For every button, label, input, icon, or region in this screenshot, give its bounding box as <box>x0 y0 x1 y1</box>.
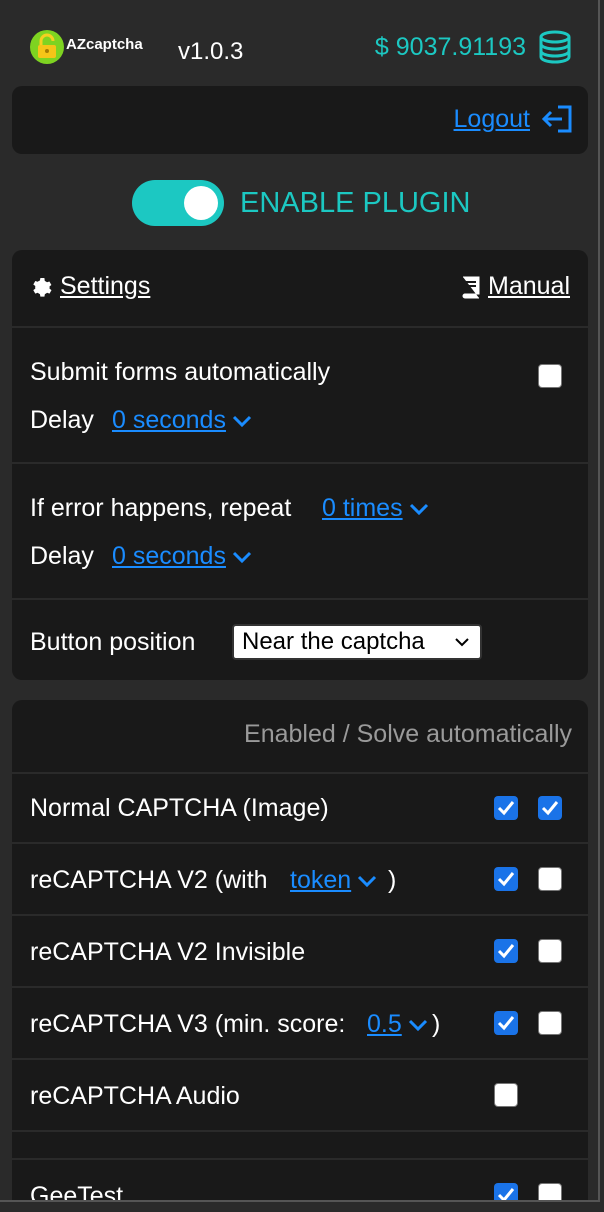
error-repeat-value: 0 times <box>322 494 403 522</box>
book-icon <box>462 276 480 298</box>
captcha-types-header: Enabled / Solve automatically <box>12 700 588 772</box>
button-position-select[interactable]: Near the captcha <box>232 624 482 660</box>
captcha-row-label: reCAPTCHA Audio <box>30 1082 240 1110</box>
captcha-row-recaptcha-v3: reCAPTCHA V3 (min. score: 0.5 ) <box>12 988 588 1058</box>
submit-forms-checkbox[interactable] <box>538 364 562 388</box>
captcha-row-recaptcha-v2-invisible: reCAPTCHA V2 Invisible <box>12 916 588 986</box>
manual-label: Manual <box>488 272 570 300</box>
app-name: AZcaptcha <box>66 35 143 53</box>
gear-icon <box>33 277 52 297</box>
version-label: v1.0.3 <box>178 38 244 65</box>
balance-display: $ 9037.91193 <box>375 30 572 64</box>
enabled-checkbox[interactable] <box>494 1083 518 1107</box>
recaptcha-v3-score-dropdown[interactable]: 0.5 <box>367 1010 428 1039</box>
auto-solve-checkbox[interactable] <box>538 1183 562 1200</box>
settings-label: Settings <box>60 272 151 300</box>
logout-icon <box>541 105 572 133</box>
settings-header: Settings Manual <box>12 250 588 326</box>
button-position-label: Button position <box>30 628 196 656</box>
captcha-row-label: reCAPTCHA V2 (with <box>30 866 268 894</box>
captcha-row-suffix: ) <box>388 866 397 894</box>
chevron-down-icon <box>232 551 252 563</box>
enable-plugin-label: ENABLE PLUGIN <box>240 186 471 219</box>
enabled-checkbox[interactable] <box>494 939 518 963</box>
enable-plugin-row: ENABLE PLUGIN <box>132 180 470 226</box>
captcha-types-header-label: Enabled / Solve automatically <box>244 720 572 748</box>
account-panel: Logout <box>12 86 588 154</box>
error-repeat-label: If error happens, repeat <box>30 494 292 522</box>
settings-section: Settings Manual Submit forms automatical… <box>12 250 588 680</box>
submit-delay-label: Delay <box>30 406 94 434</box>
enabled-checkbox[interactable] <box>494 1183 518 1200</box>
button-position-section: Button position Near the captcha <box>12 600 588 680</box>
error-repeat-section: If error happens, repeat 0 times Delay 0… <box>12 464 588 598</box>
captcha-row-label: Normal CAPTCHA (Image) <box>30 794 329 822</box>
chevron-down-icon <box>358 875 377 887</box>
settings-link[interactable]: Settings <box>30 272 150 301</box>
button-position-value: Near the captcha <box>242 628 425 655</box>
submit-forms-label: Submit forms automatically <box>30 358 331 386</box>
enabled-checkbox[interactable] <box>494 867 518 891</box>
captcha-row-label: reCAPTCHA V2 Invisible <box>30 938 306 966</box>
chevron-down-icon <box>455 638 469 647</box>
auto-solve-checkbox[interactable] <box>538 867 562 891</box>
submit-delay-dropdown[interactable]: 0 seconds <box>112 406 252 435</box>
auto-solve-checkbox[interactable] <box>538 939 562 963</box>
captcha-row-spacer <box>12 1132 588 1158</box>
submit-forms-section: Submit forms automatically Delay 0 secon… <box>12 328 588 462</box>
captcha-row-recaptcha-audio: reCAPTCHA Audio <box>12 1060 588 1130</box>
manual-link[interactable]: Manual <box>460 272 570 301</box>
auto-solve-checkbox[interactable] <box>538 1011 562 1035</box>
captcha-row-geetest: GeeTest <box>12 1160 588 1202</box>
header: AZcaptcha v1.0.3 $ 9037.91193 <box>0 0 598 88</box>
submit-delay-value: 0 seconds <box>112 406 226 434</box>
error-repeat-dropdown[interactable]: 0 times <box>322 494 429 523</box>
captcha-row-recaptcha-v2: reCAPTCHA V2 (with token ) <box>12 844 588 914</box>
enabled-checkbox[interactable] <box>494 1011 518 1035</box>
captcha-row-label: GeeTest <box>30 1182 124 1202</box>
captcha-row-normal: Normal CAPTCHA (Image) <box>12 774 588 842</box>
error-delay-value: 0 seconds <box>112 542 226 570</box>
recaptcha-v3-score-value: 0.5 <box>367 1010 402 1038</box>
enable-plugin-toggle[interactable] <box>132 180 224 226</box>
error-delay-dropdown[interactable]: 0 seconds <box>112 542 252 571</box>
chevron-down-icon <box>408 1019 427 1031</box>
chevron-down-icon <box>409 503 428 515</box>
error-delay-label: Delay <box>30 542 94 570</box>
logout-link[interactable]: Logout <box>454 104 574 134</box>
logout-label: Logout <box>453 104 530 133</box>
captcha-row-label: reCAPTCHA V3 (min. score: <box>30 1010 346 1038</box>
chevron-down-icon <box>232 415 252 427</box>
enabled-checkbox[interactable] <box>494 796 518 820</box>
database-icon <box>539 30 571 64</box>
lock-logo-icon <box>30 30 64 64</box>
logo: AZcaptcha <box>30 30 143 64</box>
popup-window: AZcaptcha v1.0.3 $ 9037.91193 Logout ENA… <box>0 0 600 1202</box>
balance-amount: $ 9037.91193 <box>374 32 526 61</box>
captcha-row-suffix: ) <box>432 1010 441 1038</box>
auto-solve-checkbox[interactable] <box>538 796 562 820</box>
recaptcha-v2-mode-dropdown[interactable]: token <box>290 866 377 895</box>
recaptcha-v2-mode-value: token <box>290 866 352 894</box>
